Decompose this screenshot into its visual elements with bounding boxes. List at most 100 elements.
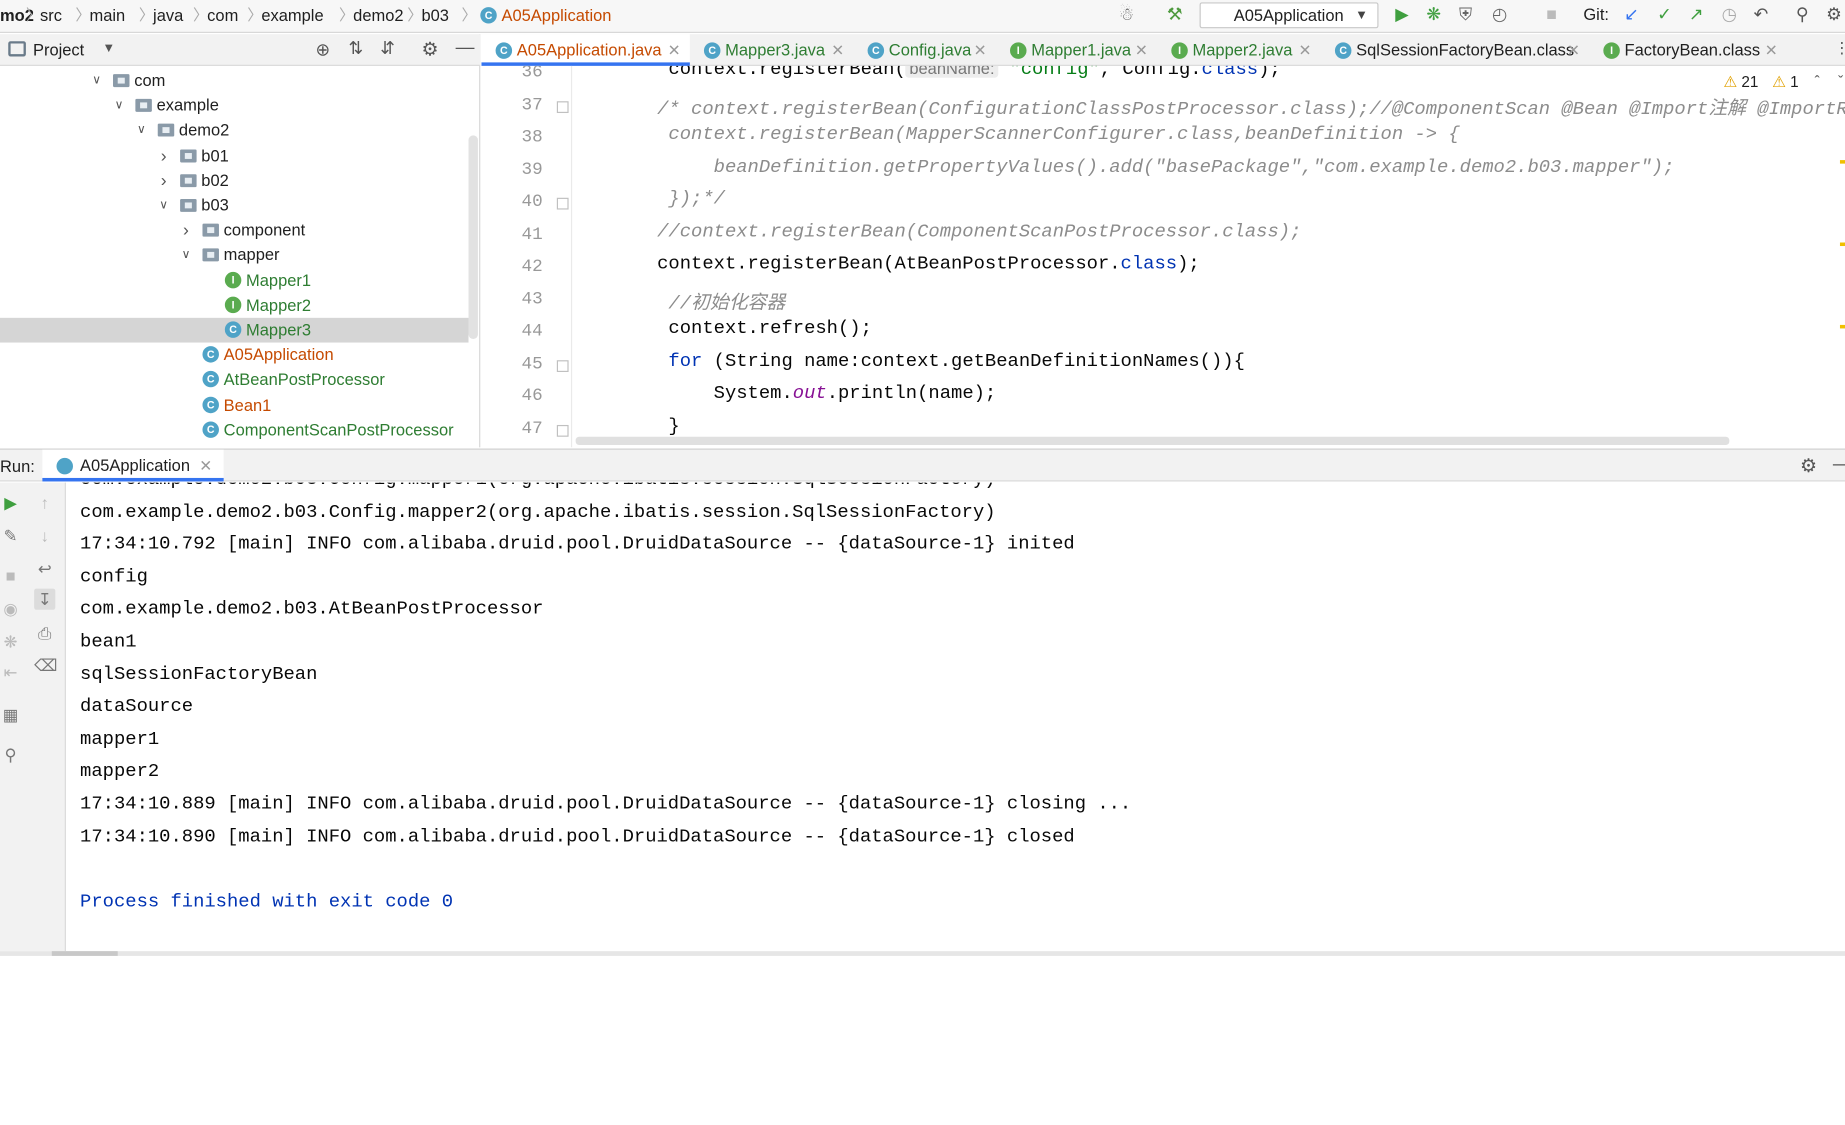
tree-item[interactable]: ∨ demo2: [0, 118, 469, 143]
more-tabs-icon[interactable]: ⋮: [1834, 39, 1845, 58]
soft-wrap-icon[interactable]: ↩: [34, 558, 55, 579]
stop-icon[interactable]: ■: [1541, 5, 1562, 26]
tree-item[interactable]: C AtBeanPostProcessor: [0, 368, 469, 393]
fold-marker-icon[interactable]: [556, 424, 569, 437]
breadcrumb-item[interactable]: demo2: [353, 0, 403, 31]
project-scrollbar[interactable]: [468, 135, 478, 340]
print-icon[interactable]: ⎙: [34, 623, 55, 644]
chevron-down-icon[interactable]: ▼: [102, 41, 115, 55]
chevron-down-icon[interactable]: ∨: [134, 118, 148, 143]
tree-item[interactable]: I Mapper1: [0, 268, 469, 293]
breadcrumb-item[interactable]: main: [89, 0, 125, 31]
project-title[interactable]: Project: [33, 40, 84, 59]
chevron-down-icon[interactable]: ∨: [157, 193, 171, 218]
minimize-icon[interactable]: —: [1833, 454, 1845, 475]
gear-icon[interactable]: ⚙: [421, 38, 438, 62]
layout-icon[interactable]: ▦: [0, 704, 21, 725]
stop-icon[interactable]: ■: [0, 565, 21, 586]
search-icon[interactable]: ⚲: [1792, 5, 1813, 26]
locate-icon[interactable]: ⊕: [315, 39, 330, 60]
minimize-icon[interactable]: —: [456, 38, 475, 59]
run-configuration-dropdown[interactable]: A05Application ▼: [1199, 2, 1379, 29]
chevron-down-icon[interactable]: ∨: [89, 68, 103, 93]
tree-item[interactable]: ∨ example: [0, 93, 469, 118]
git-commit-icon[interactable]: ✓: [1654, 5, 1675, 26]
tab-mapper1-java[interactable]: I Mapper1.java ✕: [996, 34, 1157, 66]
fold-marker-icon[interactable]: [556, 100, 569, 113]
tree-item[interactable]: › b01: [0, 143, 469, 168]
editor-horizontal-scrollbar[interactable]: [575, 436, 1730, 445]
tab-sqlsessionfactorybean-class[interactable]: C SqlSessionFactoryBean.class ✕: [1321, 34, 1589, 66]
close-icon[interactable]: ✕: [831, 34, 844, 66]
tree-item[interactable]: I Mapper2: [0, 293, 469, 318]
tree-item[interactable]: ∨ com: [0, 68, 469, 93]
previous-highlight-icon[interactable]: ˆ: [1815, 73, 1820, 91]
close-icon[interactable]: ✕: [1299, 34, 1312, 66]
scrollbar-thumb[interactable]: [51, 951, 118, 956]
tree-item[interactable]: C ComponentScanPostProcessor: [0, 418, 469, 443]
profile-icon[interactable]: ◴: [1489, 5, 1510, 26]
tab-config-java[interactable]: C Config.java ✕: [853, 34, 995, 66]
tree-item[interactable]: › component: [0, 218, 469, 243]
pin-icon[interactable]: ⚲: [0, 744, 21, 765]
settings-icon[interactable]: ⚙: [1823, 5, 1844, 26]
camera-icon[interactable]: ◉: [0, 598, 21, 619]
breadcrumb-item[interactable]: java: [153, 0, 183, 31]
close-icon[interactable]: ✕: [1567, 34, 1580, 66]
tree-item[interactable]: C Bean1: [0, 393, 469, 418]
breadcrumb-item[interactable]: src: [40, 0, 62, 31]
chevron-down-icon[interactable]: ∨: [112, 93, 126, 118]
history-icon[interactable]: ◷: [1719, 5, 1740, 26]
exit-icon[interactable]: ⇤: [0, 662, 21, 683]
expand-all-icon[interactable]: ⇅: [348, 38, 363, 59]
breadcrumb-item[interactable]: example: [261, 0, 323, 31]
gear-icon[interactable]: ⚙: [1800, 454, 1817, 478]
fold-marker-icon[interactable]: [556, 359, 569, 372]
close-icon[interactable]: ✕: [1765, 34, 1778, 66]
close-icon[interactable]: ✕: [668, 34, 681, 66]
tab-factorybean-class[interactable]: I FactoryBean.class ✕: [1589, 34, 1787, 66]
modify-config-icon[interactable]: ✎: [0, 525, 21, 546]
rollback-icon[interactable]: ↶: [1750, 5, 1771, 26]
chevron-right-icon[interactable]: ›: [157, 168, 171, 193]
inspection-widget[interactable]: ⚠ 21 ⚠ 1 ˆ ˇ: [1723, 73, 1843, 92]
git-push-icon[interactable]: ↗: [1686, 5, 1707, 26]
close-icon[interactable]: ✕: [1135, 34, 1148, 66]
user-icon[interactable]: ☃: [1116, 5, 1137, 26]
chevron-down-icon[interactable]: ∨: [179, 243, 193, 268]
tab-a05application-java[interactable]: C A05Application.java ✕: [481, 34, 690, 66]
breadcrumb-item[interactable]: A05Application: [501, 0, 611, 31]
build-hammer-icon[interactable]: ⚒: [1164, 5, 1185, 26]
tree-item[interactable]: ∨ mapper: [0, 243, 469, 268]
rerun-icon[interactable]: ▶: [0, 492, 21, 513]
git-update-icon[interactable]: ↙: [1621, 5, 1642, 26]
warning-stripe[interactable]: [1839, 242, 1845, 247]
chevron-right-icon[interactable]: ›: [157, 143, 171, 168]
coverage-icon[interactable]: ⛨: [1455, 5, 1476, 26]
scroll-down-icon[interactable]: ↓: [34, 525, 55, 546]
warning-stripe[interactable]: [1839, 160, 1845, 164]
breadcrumb-item[interactable]: com: [207, 0, 238, 31]
run-tab[interactable]: A05Application ✕: [42, 449, 224, 482]
console-output[interactable]: com.example.demo2.b03.Config.mapper1(org…: [67, 482, 1845, 952]
breadcrumb-item[interactable]: b03: [421, 0, 448, 31]
fold-marker-icon[interactable]: [556, 197, 569, 210]
debug-icon[interactable]: ❋: [1423, 5, 1444, 26]
tree-item[interactable]: C A05Application: [0, 343, 469, 368]
tree-item[interactable]: ∨ b03: [0, 193, 469, 218]
tree-item[interactable]: › b02: [0, 168, 469, 193]
collapse-all-icon[interactable]: ⇵: [380, 38, 395, 59]
tree-item[interactable]: C Mapper3: [0, 317, 469, 343]
scroll-to-end-icon[interactable]: ↧: [34, 588, 56, 610]
code-editor[interactable]: 36 37 38 39 40 41 42 43 44 45 46 47 context.registe…: [481, 65, 1845, 448]
tab-mapper2-java[interactable]: I Mapper2.java ✕: [1157, 34, 1321, 66]
debug-tools-icon[interactable]: ❋: [0, 631, 21, 652]
chevron-right-icon[interactable]: ›: [179, 218, 193, 243]
trash-icon[interactable]: ⌫: [34, 655, 57, 676]
console-horizontal-scrollbar[interactable]: [0, 951, 1845, 956]
close-icon[interactable]: ✕: [974, 34, 987, 66]
tab-mapper3-java[interactable]: C Mapper3.java ✕: [690, 34, 854, 66]
scroll-up-icon[interactable]: ↑: [34, 492, 55, 513]
warning-stripe[interactable]: [1839, 324, 1845, 329]
next-highlight-icon[interactable]: ˇ: [1838, 73, 1843, 91]
